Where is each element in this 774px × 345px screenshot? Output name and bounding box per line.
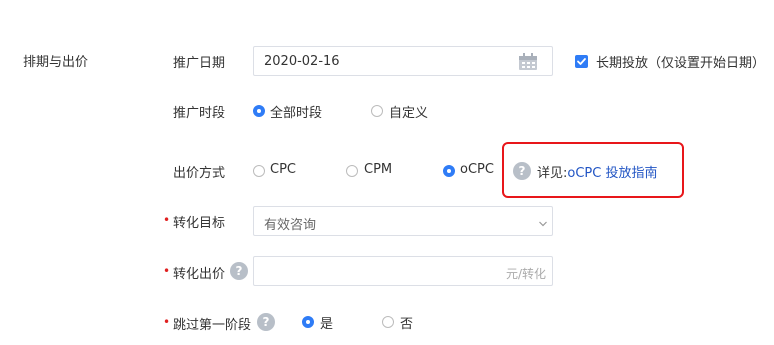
- conversion-bid-input[interactable]: 元/转化: [253, 256, 553, 286]
- radio-cpc[interactable]: [253, 165, 265, 177]
- conversion-goal-select[interactable]: 有效咨询: [253, 206, 553, 236]
- guide-text: 详见:oCPC 投放指南: [537, 162, 657, 181]
- required-mark: •: [163, 213, 171, 227]
- radio-skip-no[interactable]: [382, 316, 394, 328]
- ocpc-guide-link[interactable]: oCPC 投放指南: [567, 166, 657, 181]
- radio-all-periods[interactable]: [253, 105, 265, 117]
- section-title: 排期与出价: [23, 55, 89, 70]
- guide-prefix: 详见:: [537, 166, 568, 181]
- conversion-goal-label: 转化目标: [173, 216, 226, 231]
- radio-cpm[interactable]: [346, 165, 358, 177]
- radio-cpm-label[interactable]: CPM: [364, 162, 392, 177]
- skip-stage-one-label: 跳过第一阶段: [173, 318, 252, 333]
- bid-method-label: 出价方式: [173, 166, 226, 181]
- question-icon[interactable]: ?: [257, 313, 275, 331]
- conversion-bid-label: 转化出价: [173, 267, 226, 282]
- promo-date-input[interactable]: 2020-02-16: [253, 46, 553, 76]
- long-term-checkbox[interactable]: [575, 55, 588, 68]
- radio-all-periods-label[interactable]: 全部时段: [270, 102, 322, 121]
- checkmark-icon: [577, 58, 586, 65]
- conversion-bid-suffix: 元/转化: [505, 267, 546, 281]
- question-icon[interactable]: ?: [513, 162, 531, 180]
- radio-ocpc-label[interactable]: oCPC: [460, 162, 494, 177]
- radio-cpc-label[interactable]: CPC: [270, 162, 296, 177]
- promo-date-value: 2020-02-16: [264, 54, 340, 69]
- required-mark: •: [163, 264, 171, 278]
- promo-date-label: 推广日期: [173, 56, 226, 71]
- promo-period-label: 推广时段: [173, 106, 226, 121]
- radio-custom-period-label[interactable]: 自定义: [389, 102, 428, 121]
- chevron-down-icon: [538, 217, 548, 227]
- radio-ocpc[interactable]: [443, 165, 455, 177]
- question-icon[interactable]: ?: [230, 262, 248, 280]
- calendar-icon[interactable]: [518, 53, 538, 71]
- radio-skip-yes[interactable]: [302, 316, 314, 328]
- radio-skip-no-label[interactable]: 否: [400, 313, 413, 332]
- conversion-goal-value: 有效咨询: [264, 218, 317, 233]
- radio-custom-period[interactable]: [371, 105, 383, 117]
- required-mark: •: [163, 315, 171, 329]
- radio-skip-yes-label[interactable]: 是: [320, 313, 333, 332]
- long-term-label[interactable]: 长期投放（仅设置开始日期）: [596, 52, 765, 71]
